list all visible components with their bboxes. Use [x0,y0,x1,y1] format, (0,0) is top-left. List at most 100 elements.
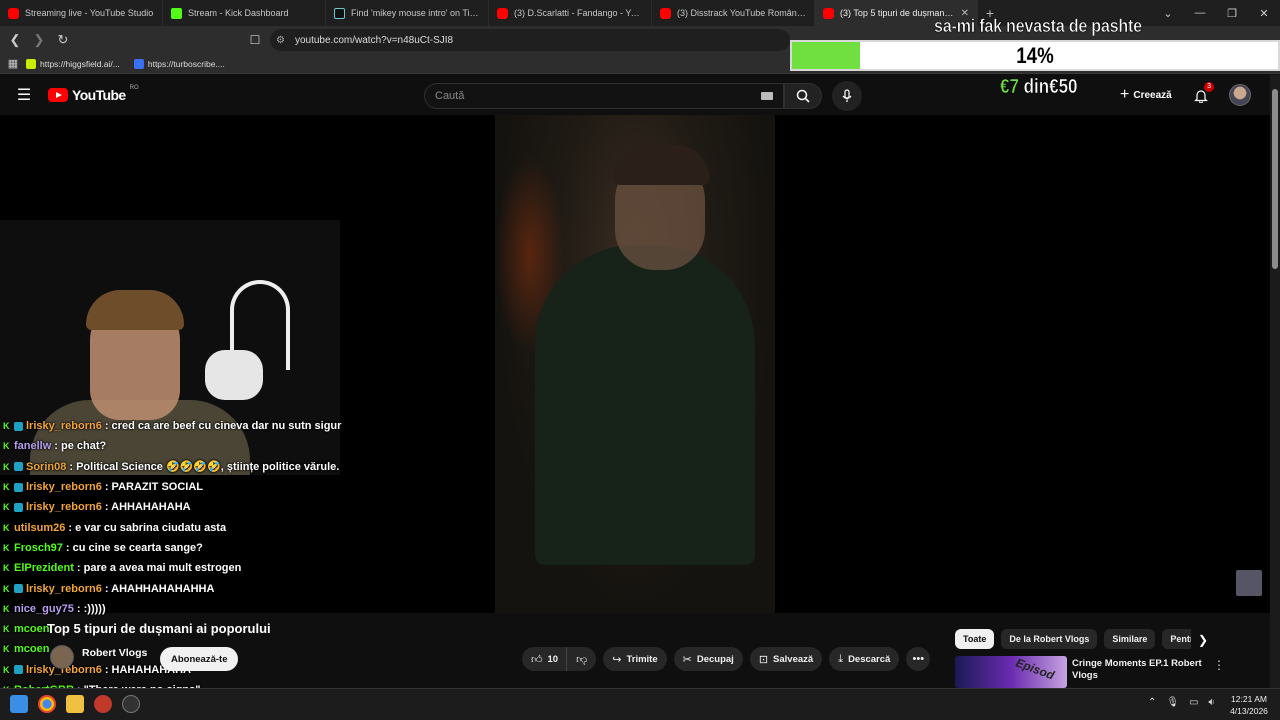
taskbar-icons [10,695,140,713]
notifications-button[interactable]: 3 [1190,82,1214,106]
page-scrollbar[interactable] [1270,75,1280,688]
chat-text: : pe chat? [54,440,107,453]
youtube-wordmark: YouTube [72,87,126,103]
dislike-button[interactable]: 👎︎ [567,647,597,671]
chat-text: : cu cine se cearta sange? [65,541,203,554]
tray-chevron-icon[interactable]: ⌃ [1148,697,1156,708]
search-input[interactable]: Caută [424,83,784,109]
minimize-button[interactable]: — [1184,0,1216,26]
bookmark-higgsfield[interactable]: https://higgsfield.ai/... [26,58,120,69]
browser-tab[interactable]: Find 'mikey mouse intro' on TikTok | [326,0,489,26]
obs-icon[interactable] [122,695,140,713]
tab-label: Find 'mikey mouse intro' on TikTok | [351,8,480,18]
forward-button[interactable]: ❯ [28,29,50,51]
chat-username: utilsum26 [14,521,66,534]
account-avatar[interactable] [1229,84,1251,106]
kick-badge-icon: K [3,603,10,614]
bookmark-icon[interactable]: ☐ [246,30,264,50]
chat-message: Knice_guy75: :))))) [0,599,360,619]
taskbar-clock[interactable]: 12:21 AM 4/13/2026 [1226,693,1272,717]
maximize-button[interactable]: ❐ [1216,0,1248,26]
goal-text: sa-mi fak nevasta de pashte [934,16,1143,37]
download-label: Descarcă [848,653,891,665]
browser-tab[interactable]: (3) D.Scarlatti - Fandango - YouTube [489,0,652,26]
clock-time: 12:21 AM [1231,694,1267,704]
close-window-button[interactable]: ✕ [1248,0,1280,26]
chip-all[interactable]: Toate [955,629,995,649]
like-count: 10 [547,653,559,665]
back-button[interactable]: ❮ [4,29,26,51]
tab-search-icon[interactable]: ⌄ [1152,0,1184,26]
chat-username: nice_guy75 [14,602,74,615]
url-bar[interactable]: ⚙ youtube.com/watch?v=n48uCt-SJI8 [270,29,790,51]
thumbs-down-icon: 👎︎ [576,653,588,666]
chip-related[interactable]: Similare [1104,629,1156,649]
search-button[interactable] [784,83,822,109]
tray-network-icon[interactable]: ▭ [1189,697,1198,708]
menu-icon[interactable]: ☰ [14,85,34,105]
tray-mic-icon[interactable]: 🎙︎ [1166,697,1179,708]
chip-for-you[interactable]: Pentru [1162,629,1191,649]
tray-volume-icon[interactable]: 🔉︎ [1209,697,1215,708]
reload-button[interactable]: ↻ [52,29,74,51]
video-title: Top 5 tipuri de dușmani ai poporului [47,621,271,636]
thumb-text: Episod [1013,656,1057,683]
subscribe-button[interactable]: Abonează-te [160,647,239,671]
video-actions: 👍︎ 10 👎︎ ↪ Trimite ✂ Decupaj ⊡ Salvează ⤓ Des… [522,647,931,671]
bookmark-turboscribe[interactable]: https://turboscribe.... [133,58,225,69]
kick-favicon-icon [171,7,182,19]
microphone-image [205,350,263,400]
start-icon[interactable] [10,695,28,713]
app-icon[interactable] [94,695,112,713]
kick-badge-icon: K [3,461,10,472]
search-icon [796,89,810,103]
like-button[interactable]: 👍︎ 10 [522,647,568,671]
share-button[interactable]: ↪ Trimite [603,647,667,671]
folder-icon[interactable] [66,695,84,713]
scrollbar-thumb[interactable] [1272,89,1278,269]
chat-text: : PARAZIT SOCIAL [104,481,204,494]
create-button[interactable]: + Creează [1112,82,1180,108]
chip-from-channel[interactable]: De la Robert Vlogs [1001,629,1098,649]
chat-username: Frosch97 [14,541,63,554]
miniplayer-thumbnail[interactable] [1236,570,1262,596]
bookmark-label: https://higgsfield.ai/... [40,58,120,69]
chat-text: : AHHAHAHAHA [104,501,191,514]
browser-tab[interactable]: (3) Disstrack YouTube România - You [652,0,815,26]
system-tray: ⌃ 🎙︎ ▭ 🔉︎ [1148,697,1215,708]
recommended-title[interactable]: Cringe Moments EP.1 Robert Vlogs [1072,658,1202,682]
screen: Streaming live - YouTube Studio Stream - … [0,0,1280,720]
create-label: Creează [1133,89,1172,101]
bookmark-favicon-icon [133,58,144,69]
country-code: RO [129,85,139,91]
save-button[interactable]: ⊡ Salvează [749,647,823,671]
kick-badge-icon: K [3,542,10,553]
chat-overlay: Klrisky_reborn6: cred ca are beef cu cin… [0,416,360,720]
chips-next-chevron-icon[interactable]: ❯ [1198,633,1208,647]
chat-text: : Political Science 🤣🤣🤣🤣, științe politi… [69,461,340,474]
voice-search-button[interactable] [832,81,862,111]
browser-tab[interactable]: Streaming live - YouTube Studio [0,0,163,26]
chrome-icon[interactable] [38,695,56,713]
channel-avatar[interactable] [50,645,74,669]
download-button[interactable]: ⤓ Descarcă [829,647,900,671]
youtube-logo[interactable]: YouTube RO [48,85,139,103]
more-vert-icon[interactable]: ⋮ [1213,658,1225,672]
chat-username: ElPrezident [14,562,74,575]
keyboard-icon[interactable] [761,92,773,100]
chat-username: Sorin08 [26,460,67,473]
bookmark-favicon-icon [26,58,36,69]
clip-button[interactable]: ✂ Decupaj [673,647,743,671]
share-icon: ↪ [612,653,622,666]
channel-name[interactable]: Robert Vlogs [82,647,147,659]
video-frame [495,115,775,613]
recommended-video[interactable]: Episod Cringe Moments EP.1 Robert Vlogs … [955,656,1235,688]
site-info-icon[interactable]: ⚙ [276,35,285,46]
more-actions-button[interactable]: ••• [906,647,931,671]
apps-grid-icon[interactable]: ▦ [0,57,26,70]
recommended-thumbnail[interactable]: Episod [955,656,1067,688]
tab-label: (3) D.Scarlatti - Fandango - YouTube [514,8,643,18]
browser-tab[interactable]: Stream - Kick Dashboard [163,0,326,26]
chat-message: Klrisky_reborn6: cred ca are beef cu cin… [0,416,360,436]
subscriber-badge-icon [14,421,23,431]
